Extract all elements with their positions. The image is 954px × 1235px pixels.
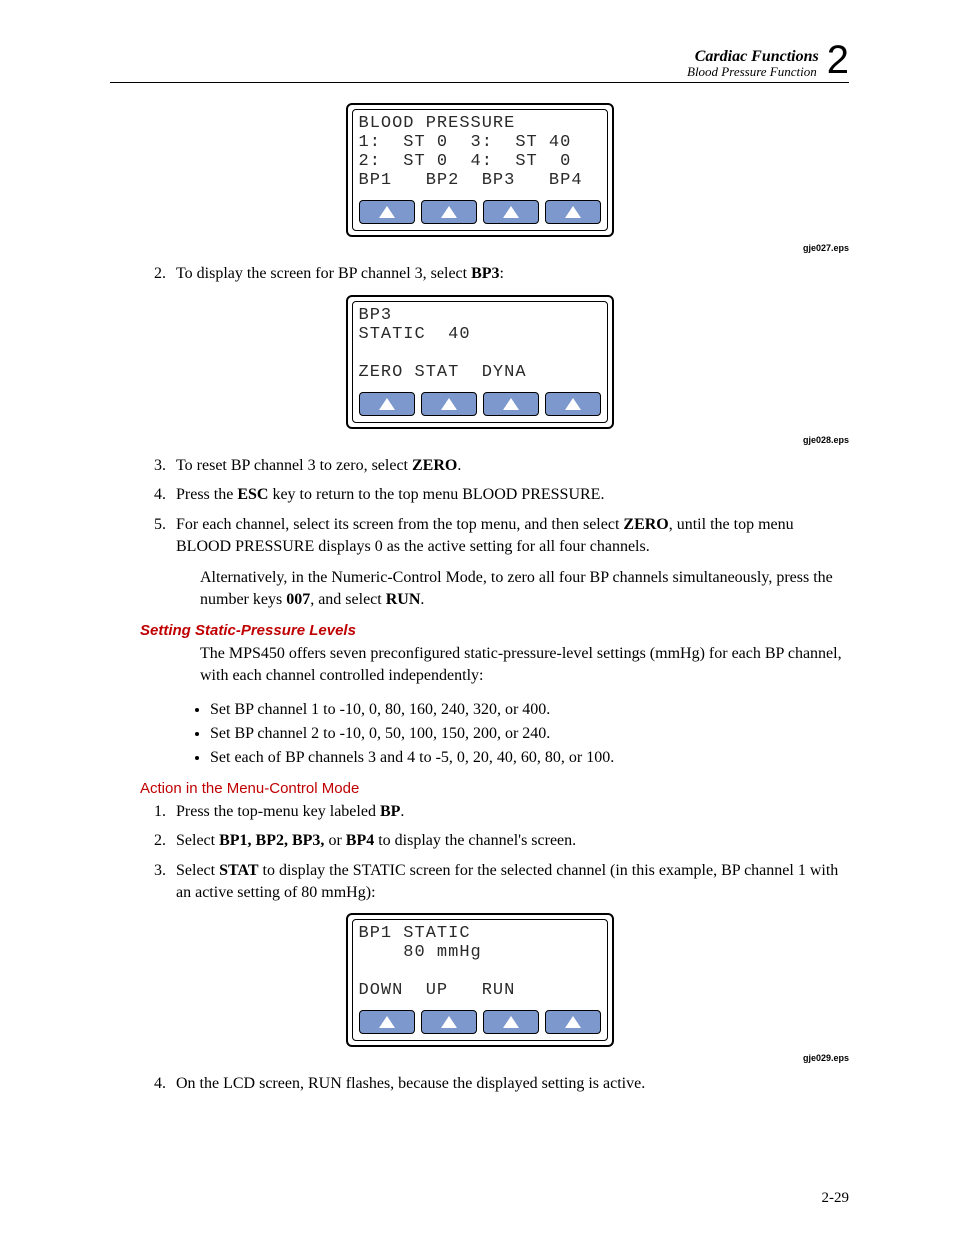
triangle-up-icon xyxy=(565,206,581,218)
figure-caption-2: gje028.eps xyxy=(110,435,849,445)
softkey-3[interactable] xyxy=(483,392,539,416)
softkey-1[interactable] xyxy=(359,392,415,416)
lcd-screen-2: BP3 STATIC 40 ZERO STAT DYNA xyxy=(346,295,614,429)
softkey-4[interactable] xyxy=(545,200,601,224)
lcd3-line4: DOWN UP RUN xyxy=(359,981,516,1000)
softkey-2[interactable] xyxy=(421,392,477,416)
section-heading-static-pressure: Setting Static-Pressure Levels xyxy=(140,622,849,639)
triangle-up-icon xyxy=(503,206,519,218)
figure-caption-3: gje029.eps xyxy=(110,1053,849,1063)
steps-list-4: On the LCD screen, RUN flashes, because … xyxy=(170,1073,849,1095)
bullet-list: Set BP channel 1 to -10, 0, 80, 160, 240… xyxy=(210,699,849,770)
step-3: To reset BP channel 3 to zero, select ZE… xyxy=(170,455,849,477)
lcd2-line1: BP3 xyxy=(359,306,393,325)
lcd2-line2: STATIC 40 xyxy=(359,325,471,344)
action-step-4: On the LCD screen, RUN flashes, because … xyxy=(170,1073,849,1095)
step-2: To display the screen for BP channel 3, … xyxy=(170,263,849,285)
bullet-1: Set BP channel 1 to -10, 0, 80, 160, 240… xyxy=(210,699,849,721)
triangle-up-icon xyxy=(565,1016,581,1028)
triangle-up-icon xyxy=(379,1016,395,1028)
triangle-up-icon xyxy=(565,398,581,410)
bullet-3: Set each of BP channels 3 and 4 to -5, 0… xyxy=(210,747,849,769)
alternative-paragraph: Alternatively, in the Numeric-Control Mo… xyxy=(200,567,849,610)
softkey-3[interactable] xyxy=(483,200,539,224)
lcd1-line3: 2: ST 0 4: ST 0 xyxy=(359,152,572,171)
triangle-up-icon xyxy=(503,1016,519,1028)
lcd-screen-1: BLOOD PRESSURE 1: ST 0 3: ST 40 2: ST 0 … xyxy=(346,103,614,237)
lcd1-line4: BP1 BP2 BP3 BP4 xyxy=(359,171,583,190)
softkey-3[interactable] xyxy=(483,1010,539,1034)
softkey-2[interactable] xyxy=(421,200,477,224)
bullet-2: Set BP channel 2 to -10, 0, 50, 100, 150… xyxy=(210,723,849,745)
action-step-2: Select BP1, BP2, BP3, or BP4 to display … xyxy=(170,830,849,852)
softkey-4[interactable] xyxy=(545,1010,601,1034)
triangle-up-icon xyxy=(441,1016,457,1028)
header-subtitle: Blood Pressure Function xyxy=(687,64,817,80)
lcd1-line1: BLOOD PRESSURE xyxy=(359,114,516,133)
action-step-3: Select STAT to display the STATIC screen… xyxy=(170,860,849,903)
lcd2-line4: ZERO STAT DYNA xyxy=(359,363,527,382)
softkey-1[interactable] xyxy=(359,200,415,224)
softkey-4[interactable] xyxy=(545,392,601,416)
figure-caption-1: gje027.eps xyxy=(110,243,849,253)
steps-list-1: To display the screen for BP channel 3, … xyxy=(170,263,849,285)
step-5: For each channel, select its screen from… xyxy=(170,514,849,557)
triangle-up-icon xyxy=(503,398,519,410)
lcd1-line2: 1: ST 0 3: ST 40 xyxy=(359,133,572,152)
steps-list-3: Press the top-menu key labeled BP. Selec… xyxy=(170,801,849,903)
step-4: Press the ESC key to return to the top m… xyxy=(170,484,849,506)
triangle-up-icon xyxy=(441,206,457,218)
chapter-number: 2 xyxy=(827,40,849,80)
lcd3-line1: BP1 STATIC xyxy=(359,924,471,943)
lcd3-line2: 80 mmHg xyxy=(359,943,482,962)
section-intro: The MPS450 offers seven preconfigured st… xyxy=(200,643,849,686)
triangle-up-icon xyxy=(379,206,395,218)
triangle-up-icon xyxy=(379,398,395,410)
softkey-1[interactable] xyxy=(359,1010,415,1034)
section-heading-action: Action in the Menu-Control Mode xyxy=(140,780,849,797)
steps-list-2: To reset BP channel 3 to zero, select ZE… xyxy=(170,455,849,557)
page-header: Cardiac Functions Blood Pressure Functio… xyxy=(110,40,849,83)
triangle-up-icon xyxy=(441,398,457,410)
page-number: 2-29 xyxy=(822,1190,850,1207)
lcd-screen-3: BP1 STATIC 80 mmHg DOWN UP RUN xyxy=(346,913,614,1047)
action-step-1: Press the top-menu key labeled BP. xyxy=(170,801,849,823)
softkey-2[interactable] xyxy=(421,1010,477,1034)
